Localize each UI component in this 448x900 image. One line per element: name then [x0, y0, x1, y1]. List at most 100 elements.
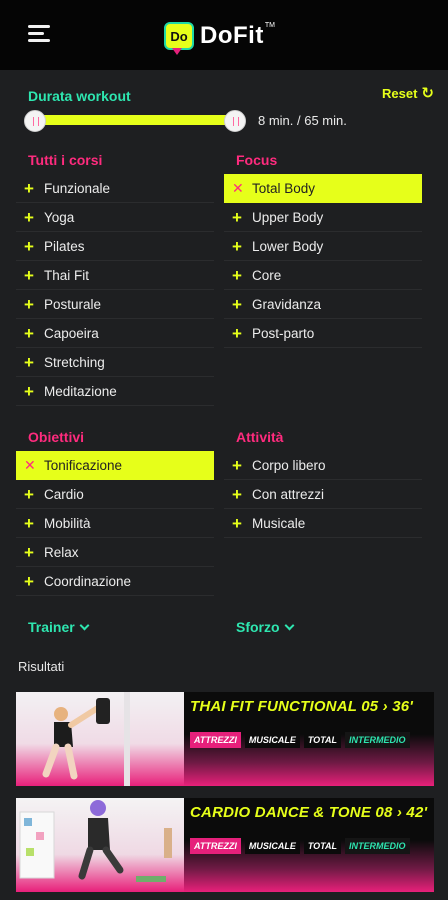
tag-total: TOTAL — [303, 732, 341, 748]
tag-musicale: MUSICALE — [244, 732, 300, 748]
duration-slider[interactable] — [24, 110, 246, 132]
sforzo-label: Sforzo — [236, 619, 280, 635]
filter-option-label: Core — [252, 267, 282, 283]
plus-icon: + — [232, 236, 242, 256]
plus-icon: + — [24, 484, 34, 504]
filter-option-corsi[interactable]: + Posturale — [16, 290, 214, 319]
plus-icon: + — [24, 571, 34, 591]
filter-option-label: Mobilità — [44, 515, 91, 531]
filter-option-focus[interactable]: + Upper Body — [224, 203, 422, 232]
filter-option-corsi[interactable]: + Pilates — [16, 232, 214, 261]
filter-option-attivita[interactable]: + Con attrezzi — [224, 480, 422, 509]
filter-option-label: Meditazione — [44, 383, 117, 399]
filter-option-obiettivi[interactable]: + Cardio — [16, 480, 214, 509]
x-icon: ✕ — [232, 180, 244, 196]
filter-option-focus[interactable]: + Post-parto — [224, 319, 422, 348]
plus-icon: + — [232, 207, 242, 227]
tag-level: INTERMEDIO — [345, 732, 410, 748]
filter-option-focus[interactable]: + Gravidanza — [224, 290, 422, 319]
result-card[interactable]: CARDIO DANCE & TONE 08 › 42' ATTREZZI MU… — [16, 798, 434, 892]
refresh-icon: ↻ — [421, 85, 434, 102]
logo-badge: Do — [164, 22, 194, 55]
filter-option-label: Posturale — [44, 296, 102, 312]
plus-icon: + — [232, 323, 242, 343]
filter-option-label: Capoeira — [44, 325, 99, 341]
filter-option-label: Thai Fit — [44, 267, 90, 283]
filter-option-label: Relax — [44, 544, 79, 560]
plus-icon: + — [232, 455, 242, 475]
plus-icon: + — [24, 542, 34, 562]
plus-icon: + — [24, 323, 34, 343]
section-title-corsi: Tutti i corsi — [28, 152, 103, 168]
tag-total: TOTAL — [303, 838, 341, 854]
sforzo-dropdown[interactable]: Sforzo — [236, 619, 295, 635]
duration-title: Durata workout — [28, 88, 131, 104]
chevron-down-icon — [284, 620, 295, 630]
plus-icon: + — [24, 513, 34, 533]
corsi-list: + Funzionale + Yoga + Pilates + Thai Fit + Postur… — [16, 174, 214, 406]
duration-value: 8 min. / 65 min. — [258, 113, 347, 128]
plus-icon: + — [24, 294, 34, 314]
filter-option-corsi[interactable]: + Funzionale — [16, 174, 214, 203]
filter-option-label: Total Body — [252, 181, 316, 196]
filter-option-attivita[interactable]: + Musicale — [224, 509, 422, 538]
hamburger-menu-icon[interactable] — [28, 25, 50, 43]
trainer-label: Trainer — [28, 619, 75, 635]
filter-option-obiettivi[interactable]: ✕ Tonificazione — [16, 451, 214, 480]
slider-track — [34, 115, 236, 125]
plus-icon: + — [24, 178, 34, 198]
filter-option-obiettivi[interactable]: + Mobilità — [16, 509, 214, 538]
app-logo: Do DoFit TM — [164, 18, 275, 55]
section-title-attivita: Attività — [236, 429, 284, 445]
filter-option-label: Stretching — [44, 354, 105, 370]
plus-icon: + — [232, 294, 242, 314]
filter-option-label: Upper Body — [252, 209, 324, 225]
filter-option-obiettivi[interactable]: + Relax — [16, 538, 214, 567]
plus-icon: + — [24, 265, 34, 285]
logo-trademark: TM — [264, 22, 275, 29]
filter-option-label: Funzionale — [44, 180, 111, 196]
card-title: THAI FIT FUNCTIONAL 05 › 36' — [190, 698, 414, 715]
result-card[interactable]: THAI FIT FUNCTIONAL 05 › 36' ATTREZZI MU… — [16, 692, 434, 786]
tag-attrezzi: ATTREZZI — [190, 732, 241, 748]
plus-icon: + — [24, 381, 34, 401]
card-title: CARDIO DANCE & TONE 08 › 42' — [190, 804, 428, 821]
filter-option-label: Pilates — [44, 238, 85, 254]
plus-icon: + — [232, 513, 242, 533]
filter-option-corsi[interactable]: + Yoga — [16, 203, 214, 232]
plus-icon: + — [24, 236, 34, 256]
focus-list: ✕ Total Body + Upper Body + Lower Body + Core + G… — [224, 174, 422, 348]
filter-option-corsi[interactable]: + Meditazione — [16, 377, 214, 406]
filter-option-focus[interactable]: + Lower Body — [224, 232, 422, 261]
filter-option-corsi[interactable]: + Capoeira — [16, 319, 214, 348]
obiettivi-list: ✕ Tonificazione + Cardio + Mobilità + Relax + Coo… — [16, 451, 214, 596]
filter-option-label: Corpo libero — [252, 457, 326, 473]
plus-icon: + — [232, 484, 242, 504]
filter-option-label: Coordinazione — [44, 573, 132, 589]
filter-option-corsi[interactable]: + Stretching — [16, 348, 214, 377]
tag-musicale: MUSICALE — [244, 838, 300, 854]
workout-thumbnail — [16, 692, 184, 786]
logo-text: DoFit — [200, 22, 264, 49]
card-tags: ATTREZZI MUSICALE TOTAL INTERMEDIO — [190, 838, 410, 854]
filter-option-attivita[interactable]: + Corpo libero — [224, 451, 422, 480]
slider-min-handle[interactable] — [24, 110, 46, 132]
filter-option-focus[interactable]: + Core — [224, 261, 422, 290]
tag-attrezzi: ATTREZZI — [190, 838, 241, 854]
filter-option-label: Tonificazione — [44, 458, 123, 473]
filter-option-label: Cardio — [44, 486, 84, 502]
results-title: Risultati — [18, 659, 65, 674]
slider-max-handle[interactable] — [224, 110, 246, 132]
section-title-obiettivi: Obiettivi — [28, 429, 85, 445]
filter-option-corsi[interactable]: + Thai Fit — [16, 261, 214, 290]
filter-option-label: Musicale — [252, 515, 306, 531]
reset-button[interactable]: Reset ↻ — [382, 84, 434, 102]
filter-option-obiettivi[interactable]: + Coordinazione — [16, 567, 214, 596]
x-icon: ✕ — [24, 457, 36, 473]
filter-option-label: Post-parto — [252, 325, 315, 341]
plus-icon: + — [24, 207, 34, 227]
filter-option-focus[interactable]: ✕ Total Body — [224, 174, 422, 203]
plus-icon: + — [232, 265, 242, 285]
trainer-dropdown[interactable]: Trainer — [28, 619, 90, 635]
section-title-focus: Focus — [236, 152, 278, 168]
